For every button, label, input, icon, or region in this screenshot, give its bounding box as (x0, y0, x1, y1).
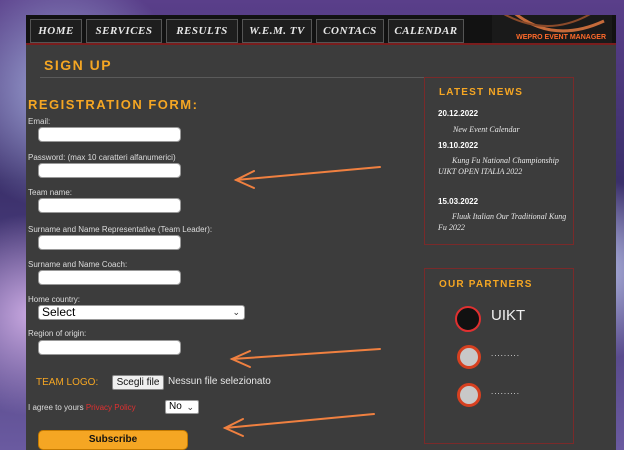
country-selected-value: Select (42, 305, 76, 319)
agree-text: I agree to yours (28, 403, 84, 412)
chevron-down-icon: ⌄ (186, 402, 194, 412)
subscribe-button[interactable]: Subscribe (38, 430, 188, 450)
region-field[interactable] (38, 340, 181, 355)
title-divider (40, 77, 460, 78)
tab-contacts[interactable]: CONTACS (316, 19, 384, 43)
representative-label: Surname and Name Representative (Team Le… (28, 225, 213, 234)
password-label: Password: (max 10 caratteri alfanumerici… (28, 153, 176, 162)
tab-services[interactable]: SERVICES (86, 19, 162, 43)
tab-calendar[interactable]: CALENDAR (388, 19, 464, 43)
region-label: Region of origin: (28, 329, 87, 338)
agree-select[interactable]: No ⌄ (165, 400, 199, 414)
agree-selected-value: No (169, 401, 182, 412)
news-text[interactable]: New Event Calendar (453, 124, 569, 135)
news-date: 19.10.2022 (438, 141, 479, 150)
email-label: Email: (28, 117, 51, 126)
partner-name[interactable]: ......... (491, 387, 520, 396)
news-text[interactable]: Kung Fu National Championship UIKT OPEN … (438, 155, 570, 177)
team-name-label: Team name: (28, 188, 73, 197)
privacy-policy-link[interactable]: Privacy Policy (86, 403, 136, 412)
news-date: 20.12.2022 (438, 109, 479, 118)
form-title: REGISTRATION FORM: (28, 97, 199, 112)
password-field[interactable] (38, 163, 181, 178)
page-title: SIGN UP (44, 57, 113, 73)
partner-logo-icon[interactable] (457, 345, 481, 369)
country-label: Home country: (28, 295, 81, 304)
country-select[interactable]: Select ⌄ (38, 305, 245, 320)
agree-label: I agree to yours Privacy Policy (28, 403, 136, 412)
coach-field[interactable] (38, 270, 181, 285)
representative-field[interactable] (38, 235, 181, 250)
partner-logo-icon[interactable] (457, 383, 481, 407)
latest-news-box: LATEST NEWS 20.12.2022 New Event Calenda… (424, 77, 574, 245)
brand-logo[interactable]: WEPRO EVENT MANAGER (492, 15, 612, 43)
brand-label: WEPRO EVENT MANAGER (516, 34, 606, 41)
file-status-text: Nessun file selezionato (168, 376, 271, 387)
choose-file-button[interactable]: Scegli file (112, 375, 164, 390)
top-nav-bar: HOME SERVICES RESULTS W.E.M. TV CONTACS … (26, 15, 616, 45)
partner-name[interactable]: ......... (491, 349, 520, 358)
tab-wem-tv[interactable]: W.E.M. TV (242, 19, 312, 43)
team-name-field[interactable] (38, 198, 181, 213)
coach-label: Surname and Name Coach: (28, 260, 128, 269)
news-date: 15.03.2022 (438, 197, 479, 206)
chevron-down-icon: ⌄ (232, 307, 240, 317)
tab-results[interactable]: RESULTS (166, 19, 238, 43)
our-partners-title: OUR PARTNERS (439, 279, 533, 290)
latest-news-title: LATEST NEWS (439, 87, 524, 98)
tab-home[interactable]: HOME (30, 19, 82, 43)
email-field[interactable] (38, 127, 181, 142)
news-text[interactable]: Fluuk Italian Our Traditional Kung Fu 20… (438, 211, 570, 233)
team-logo-label: TEAM LOGO: (36, 377, 99, 388)
partner-name[interactable]: UIKT (491, 307, 525, 324)
our-partners-box: OUR PARTNERS UIKT ......... ......... (424, 268, 574, 444)
uikt-logo-icon[interactable] (455, 306, 481, 332)
